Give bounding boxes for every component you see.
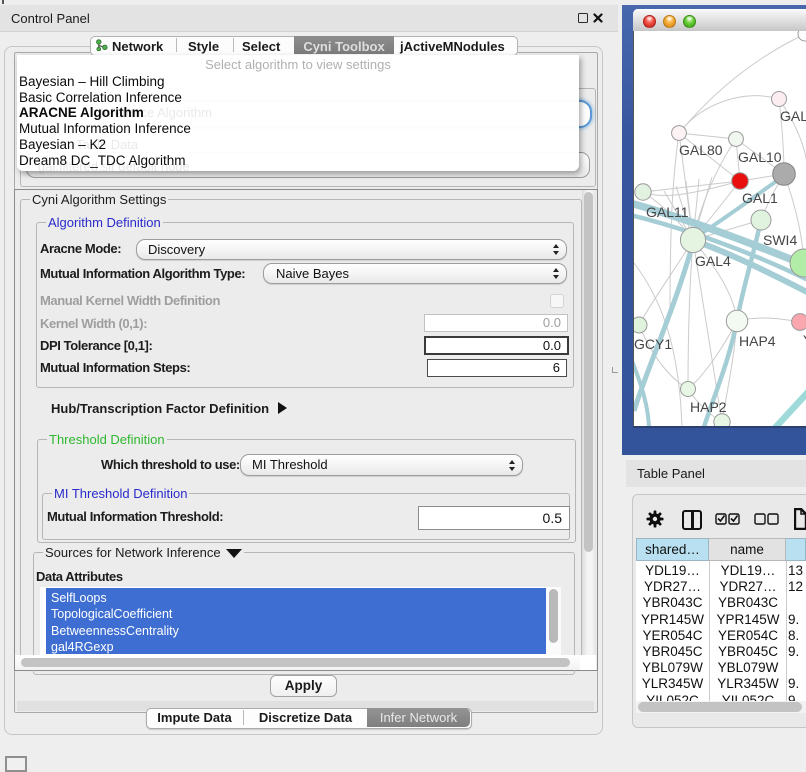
svg-text:GAL4: GAL4 xyxy=(695,253,731,269)
svg-text:GAL11: GAL11 xyxy=(646,204,689,220)
svg-text:GCY1: GCY1 xyxy=(634,336,672,352)
svg-text:GAL10: GAL10 xyxy=(738,149,782,165)
svg-text:GAL2: GAL2 xyxy=(780,108,806,124)
svg-text:GAL1: GAL1 xyxy=(742,190,778,206)
svg-text:SWI4: SWI4 xyxy=(763,232,797,248)
svg-text:HAP4: HAP4 xyxy=(739,333,776,349)
svg-text:HAP2: HAP2 xyxy=(690,399,727,415)
svg-text:GAL80: GAL80 xyxy=(679,142,723,158)
